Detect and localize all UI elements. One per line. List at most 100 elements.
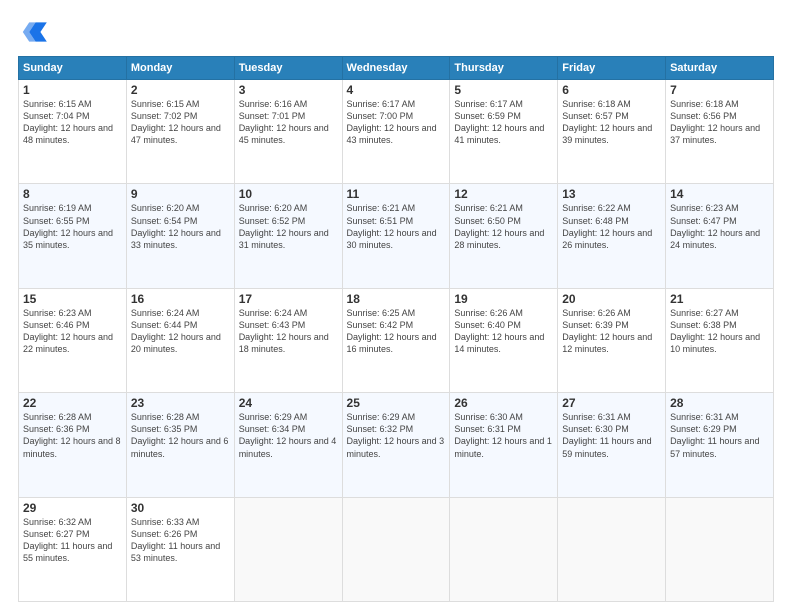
calendar-cell: 22 Sunrise: 6:28 AM Sunset: 6:36 PM Dayl… xyxy=(19,393,127,497)
day-detail: Sunrise: 6:20 AM Sunset: 6:54 PM Dayligh… xyxy=(131,202,230,251)
day-number: 4 xyxy=(347,83,446,97)
day-number: 3 xyxy=(239,83,338,97)
day-detail: Sunrise: 6:22 AM Sunset: 6:48 PM Dayligh… xyxy=(562,202,661,251)
calendar-cell: 2 Sunrise: 6:15 AM Sunset: 7:02 PM Dayli… xyxy=(126,80,234,184)
day-number: 14 xyxy=(670,187,769,201)
day-number: 2 xyxy=(131,83,230,97)
day-number: 6 xyxy=(562,83,661,97)
calendar-week-row: 29 Sunrise: 6:32 AM Sunset: 6:27 PM Dayl… xyxy=(19,497,774,601)
day-detail: Sunrise: 6:27 AM Sunset: 6:38 PM Dayligh… xyxy=(670,307,769,356)
day-number: 19 xyxy=(454,292,553,306)
day-detail: Sunrise: 6:31 AM Sunset: 6:29 PM Dayligh… xyxy=(670,411,769,460)
calendar-week-row: 1 Sunrise: 6:15 AM Sunset: 7:04 PM Dayli… xyxy=(19,80,774,184)
day-detail: Sunrise: 6:17 AM Sunset: 7:00 PM Dayligh… xyxy=(347,98,446,147)
day-number: 24 xyxy=(239,396,338,410)
day-detail: Sunrise: 6:19 AM Sunset: 6:55 PM Dayligh… xyxy=(23,202,122,251)
calendar-cell: 11 Sunrise: 6:21 AM Sunset: 6:51 PM Dayl… xyxy=(342,184,450,288)
day-number: 15 xyxy=(23,292,122,306)
day-detail: Sunrise: 6:33 AM Sunset: 6:26 PM Dayligh… xyxy=(131,516,230,565)
calendar-cell: 4 Sunrise: 6:17 AM Sunset: 7:00 PM Dayli… xyxy=(342,80,450,184)
calendar-cell: 21 Sunrise: 6:27 AM Sunset: 6:38 PM Dayl… xyxy=(666,288,774,392)
calendar-cell: 25 Sunrise: 6:29 AM Sunset: 6:32 PM Dayl… xyxy=(342,393,450,497)
logo xyxy=(18,16,54,48)
day-detail: Sunrise: 6:15 AM Sunset: 7:02 PM Dayligh… xyxy=(131,98,230,147)
calendar-cell: 17 Sunrise: 6:24 AM Sunset: 6:43 PM Dayl… xyxy=(234,288,342,392)
calendar-cell xyxy=(558,497,666,601)
calendar-day-header: Tuesday xyxy=(234,57,342,80)
day-number: 18 xyxy=(347,292,446,306)
calendar-day-header: Monday xyxy=(126,57,234,80)
day-detail: Sunrise: 6:32 AM Sunset: 6:27 PM Dayligh… xyxy=(23,516,122,565)
calendar-cell xyxy=(234,497,342,601)
day-detail: Sunrise: 6:21 AM Sunset: 6:50 PM Dayligh… xyxy=(454,202,553,251)
day-detail: Sunrise: 6:15 AM Sunset: 7:04 PM Dayligh… xyxy=(23,98,122,147)
day-number: 28 xyxy=(670,396,769,410)
day-number: 9 xyxy=(131,187,230,201)
day-number: 16 xyxy=(131,292,230,306)
day-detail: Sunrise: 6:20 AM Sunset: 6:52 PM Dayligh… xyxy=(239,202,338,251)
calendar-cell: 8 Sunrise: 6:19 AM Sunset: 6:55 PM Dayli… xyxy=(19,184,127,288)
calendar-cell: 5 Sunrise: 6:17 AM Sunset: 6:59 PM Dayli… xyxy=(450,80,558,184)
calendar-cell: 29 Sunrise: 6:32 AM Sunset: 6:27 PM Dayl… xyxy=(19,497,127,601)
calendar-cell xyxy=(450,497,558,601)
day-detail: Sunrise: 6:23 AM Sunset: 6:46 PM Dayligh… xyxy=(23,307,122,356)
calendar-cell: 14 Sunrise: 6:23 AM Sunset: 6:47 PM Dayl… xyxy=(666,184,774,288)
calendar-cell: 26 Sunrise: 6:30 AM Sunset: 6:31 PM Dayl… xyxy=(450,393,558,497)
day-number: 10 xyxy=(239,187,338,201)
day-detail: Sunrise: 6:24 AM Sunset: 6:43 PM Dayligh… xyxy=(239,307,338,356)
calendar-day-header: Saturday xyxy=(666,57,774,80)
day-number: 29 xyxy=(23,501,122,515)
calendar-cell: 6 Sunrise: 6:18 AM Sunset: 6:57 PM Dayli… xyxy=(558,80,666,184)
calendar-week-row: 8 Sunrise: 6:19 AM Sunset: 6:55 PM Dayli… xyxy=(19,184,774,288)
day-detail: Sunrise: 6:18 AM Sunset: 6:56 PM Dayligh… xyxy=(670,98,769,147)
day-detail: Sunrise: 6:28 AM Sunset: 6:36 PM Dayligh… xyxy=(23,411,122,460)
day-number: 1 xyxy=(23,83,122,97)
day-detail: Sunrise: 6:23 AM Sunset: 6:47 PM Dayligh… xyxy=(670,202,769,251)
calendar-cell: 9 Sunrise: 6:20 AM Sunset: 6:54 PM Dayli… xyxy=(126,184,234,288)
calendar-cell xyxy=(342,497,450,601)
day-detail: Sunrise: 6:25 AM Sunset: 6:42 PM Dayligh… xyxy=(347,307,446,356)
day-detail: Sunrise: 6:26 AM Sunset: 6:40 PM Dayligh… xyxy=(454,307,553,356)
day-number: 8 xyxy=(23,187,122,201)
logo-icon xyxy=(18,16,50,48)
day-detail: Sunrise: 6:29 AM Sunset: 6:32 PM Dayligh… xyxy=(347,411,446,460)
calendar-day-header: Thursday xyxy=(450,57,558,80)
calendar-header-row: SundayMondayTuesdayWednesdayThursdayFrid… xyxy=(19,57,774,80)
day-number: 17 xyxy=(239,292,338,306)
calendar-day-header: Friday xyxy=(558,57,666,80)
page: SundayMondayTuesdayWednesdayThursdayFrid… xyxy=(0,0,792,612)
day-number: 26 xyxy=(454,396,553,410)
calendar-week-row: 15 Sunrise: 6:23 AM Sunset: 6:46 PM Dayl… xyxy=(19,288,774,392)
calendar-cell: 19 Sunrise: 6:26 AM Sunset: 6:40 PM Dayl… xyxy=(450,288,558,392)
calendar-day-header: Sunday xyxy=(19,57,127,80)
day-number: 25 xyxy=(347,396,446,410)
calendar-cell: 3 Sunrise: 6:16 AM Sunset: 7:01 PM Dayli… xyxy=(234,80,342,184)
calendar-cell: 13 Sunrise: 6:22 AM Sunset: 6:48 PM Dayl… xyxy=(558,184,666,288)
header xyxy=(18,16,774,48)
calendar-cell: 24 Sunrise: 6:29 AM Sunset: 6:34 PM Dayl… xyxy=(234,393,342,497)
calendar-week-row: 22 Sunrise: 6:28 AM Sunset: 6:36 PM Dayl… xyxy=(19,393,774,497)
day-detail: Sunrise: 6:18 AM Sunset: 6:57 PM Dayligh… xyxy=(562,98,661,147)
day-detail: Sunrise: 6:21 AM Sunset: 6:51 PM Dayligh… xyxy=(347,202,446,251)
calendar-cell: 12 Sunrise: 6:21 AM Sunset: 6:50 PM Dayl… xyxy=(450,184,558,288)
calendar-cell: 27 Sunrise: 6:31 AM Sunset: 6:30 PM Dayl… xyxy=(558,393,666,497)
calendar-cell: 7 Sunrise: 6:18 AM Sunset: 6:56 PM Dayli… xyxy=(666,80,774,184)
day-number: 20 xyxy=(562,292,661,306)
calendar-cell: 28 Sunrise: 6:31 AM Sunset: 6:29 PM Dayl… xyxy=(666,393,774,497)
calendar-cell: 15 Sunrise: 6:23 AM Sunset: 6:46 PM Dayl… xyxy=(19,288,127,392)
calendar-table: SundayMondayTuesdayWednesdayThursdayFrid… xyxy=(18,56,774,602)
day-number: 11 xyxy=(347,187,446,201)
calendar-cell: 30 Sunrise: 6:33 AM Sunset: 6:26 PM Dayl… xyxy=(126,497,234,601)
day-number: 30 xyxy=(131,501,230,515)
day-number: 7 xyxy=(670,83,769,97)
day-detail: Sunrise: 6:28 AM Sunset: 6:35 PM Dayligh… xyxy=(131,411,230,460)
calendar-cell: 23 Sunrise: 6:28 AM Sunset: 6:35 PM Dayl… xyxy=(126,393,234,497)
day-number: 13 xyxy=(562,187,661,201)
day-detail: Sunrise: 6:29 AM Sunset: 6:34 PM Dayligh… xyxy=(239,411,338,460)
day-number: 12 xyxy=(454,187,553,201)
calendar-cell: 16 Sunrise: 6:24 AM Sunset: 6:44 PM Dayl… xyxy=(126,288,234,392)
calendar-cell: 18 Sunrise: 6:25 AM Sunset: 6:42 PM Dayl… xyxy=(342,288,450,392)
day-number: 21 xyxy=(670,292,769,306)
day-detail: Sunrise: 6:17 AM Sunset: 6:59 PM Dayligh… xyxy=(454,98,553,147)
day-detail: Sunrise: 6:24 AM Sunset: 6:44 PM Dayligh… xyxy=(131,307,230,356)
